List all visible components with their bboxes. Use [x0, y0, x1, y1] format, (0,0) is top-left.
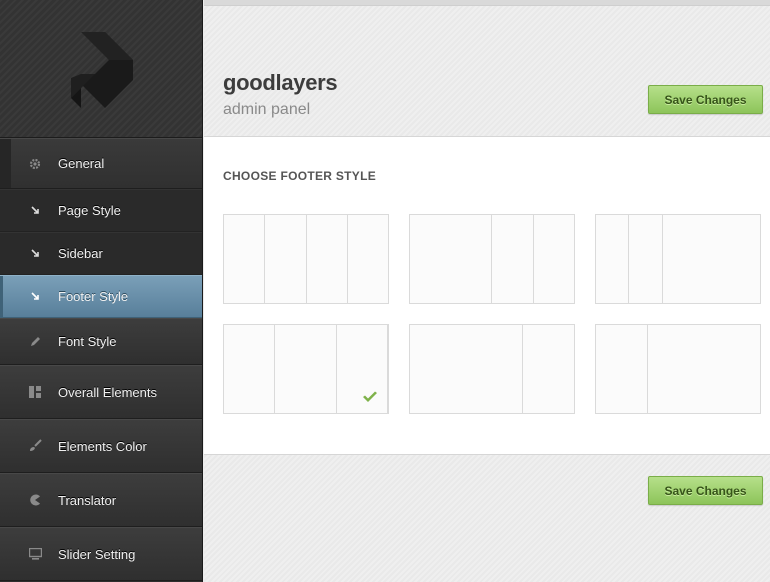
footer-column	[596, 215, 630, 303]
sidebar-item-translator[interactable]: Translator	[0, 473, 202, 527]
save-changes-button-top[interactable]: Save Changes	[648, 85, 763, 114]
footer-column	[224, 215, 266, 303]
footer-column	[534, 215, 575, 303]
header: goodlayers admin panel	[204, 6, 770, 137]
checkmark-icon	[363, 391, 377, 402]
footer-style-option-2[interactable]	[409, 214, 575, 304]
brush-icon	[28, 439, 42, 453]
brand-subtitle: admin panel	[223, 101, 311, 118]
footer-style-option-5[interactable]	[409, 324, 575, 414]
sidebar: General Page Style Sidebar Footer Style …	[0, 0, 203, 582]
pacman-icon	[28, 493, 42, 507]
footer-style-option-4[interactable]	[223, 324, 389, 414]
monitor-icon	[28, 547, 42, 561]
footer-column	[265, 215, 307, 303]
sidebar-item-label: Page Style	[58, 203, 121, 218]
sidebar-item-label: Sidebar	[58, 246, 103, 261]
footer-column	[224, 325, 276, 413]
sidebar-nav: General Page Style Sidebar Footer Style …	[0, 138, 202, 581]
sidebar-item-label: Elements Color	[58, 438, 147, 454]
footer-style-option-3[interactable]	[595, 214, 761, 304]
footer-style-option-1[interactable]	[223, 214, 389, 304]
arrow-down-right-icon	[30, 249, 40, 259]
arrow-down-right-icon	[30, 292, 40, 302]
sidebar-item-general[interactable]: General	[0, 138, 202, 189]
save-changes-button-bottom[interactable]: Save Changes	[648, 476, 763, 505]
brand-title: goodlayers	[223, 70, 338, 95]
gear-icon	[28, 157, 42, 171]
arrow-down-right-icon	[30, 206, 40, 216]
sidebar-item-label: Font Style	[58, 334, 117, 349]
footer-column	[307, 215, 348, 303]
goodlayers-logo-icon	[71, 31, 133, 108]
footer-column	[410, 325, 524, 413]
footer-column	[275, 325, 337, 413]
sidebar-item-elements-color[interactable]: Elements Color	[0, 419, 202, 473]
footer-column	[648, 325, 760, 413]
footer-column	[348, 215, 388, 303]
footer-style-section: CHOOSE FOOTER STYLE	[204, 137, 770, 455]
sidebar-item-page-style[interactable]: Page Style	[0, 189, 202, 232]
sidebar-item-overall-elements[interactable]: Overall Elements	[0, 365, 202, 419]
footer-column	[410, 215, 492, 303]
main-panel: goodlayers admin panel Save Changes CHOO…	[204, 0, 770, 582]
sidebar-item-label: General	[58, 156, 105, 171]
footer-column	[523, 325, 574, 413]
logo-area	[0, 0, 202, 138]
footer-style-option-6[interactable]	[595, 324, 761, 414]
sidebar-item-font-style[interactable]: Font Style	[0, 318, 202, 365]
sidebar-item-sidebar[interactable]: Sidebar	[0, 232, 202, 275]
footer-column	[596, 325, 648, 413]
sidebar-item-label: Slider Setting	[58, 546, 136, 562]
sidebar-item-label: Footer Style	[58, 289, 129, 304]
footer-column	[629, 215, 663, 303]
sidebar-item-slider-setting[interactable]: Slider Setting	[0, 527, 202, 581]
sidebar-item-label: Translator	[58, 492, 117, 508]
pencil-icon	[28, 335, 42, 349]
sidebar-item-footer-style[interactable]: Footer Style	[0, 275, 202, 318]
section-title: CHOOSE FOOTER STYLE	[223, 169, 377, 183]
layout-icon	[28, 385, 42, 399]
sidebar-item-label: Overall Elements	[58, 384, 157, 400]
footer-column	[663, 215, 760, 303]
footer-column	[492, 215, 534, 303]
